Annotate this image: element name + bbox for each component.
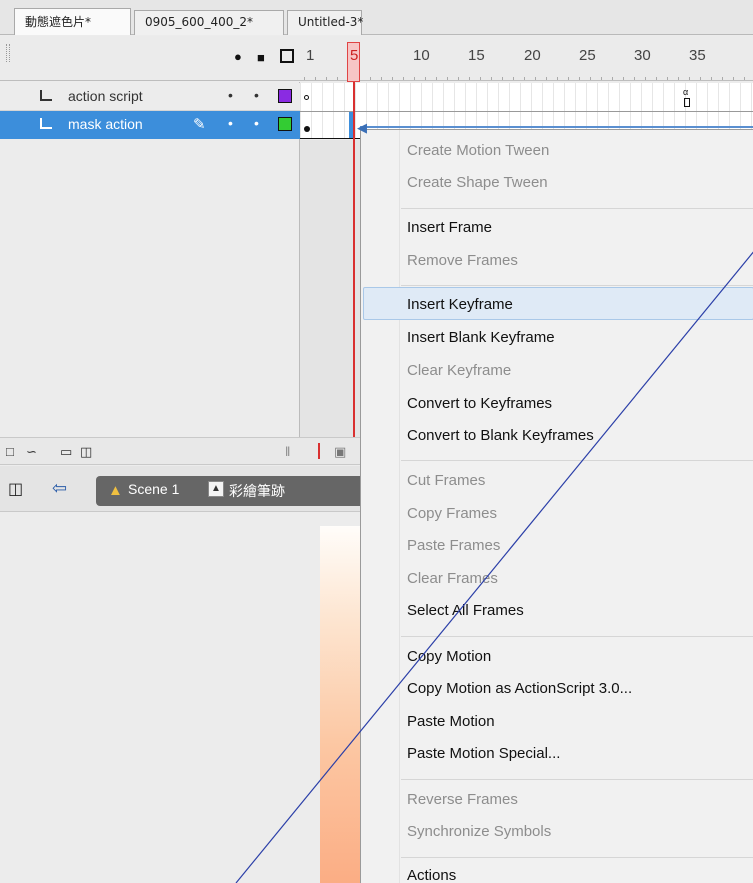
menu-item-remove-frames[interactable]: Remove Frames [407,252,518,269]
frame-number: 30 [634,47,651,64]
menu-item-copy-frames[interactable]: Copy Frames [407,505,497,522]
keyframe[interactable] [304,126,310,132]
menu-gutter [399,130,400,883]
lock-icon[interactable]: ■ [257,50,265,65]
visibility-dot[interactable]: • [228,87,233,103]
symbol-icon: ▲ [208,481,224,497]
menu-item-insert-frame[interactable]: Insert Frame [407,219,492,236]
onion-skin-icon[interactable]: ▣ [334,444,346,460]
visibility-dot[interactable]: • [228,115,233,131]
menu-item-select-all-frames[interactable]: Select All Frames [407,602,524,619]
outline-icon[interactable] [280,49,294,63]
menu-item-copy-motion-as-actionscript[interactable]: Copy Motion as ActionScript 3.0... [407,680,632,697]
frame-number: 1 [306,47,315,64]
frame-number: 20 [524,47,541,64]
layer-icon [40,118,52,129]
menu-item-paste-motion-special[interactable]: Paste Motion Special... [407,745,560,762]
menu-separator [401,779,753,780]
layer-color-box[interactable] [278,117,292,131]
menu-item-copy-motion[interactable]: Copy Motion [407,648,491,665]
clapperboard-icon: ▲ [108,482,123,499]
menu-item-actions[interactable]: Actions [407,867,456,883]
edit-bar: ◫ ⇦ ▲ Scene 1 ▲ 彩繪筆跡 [0,466,360,512]
menu-item-paste-frames[interactable]: Paste Frames [407,537,500,554]
back-arrow-icon[interactable]: ⇦ [52,478,67,499]
context-menu: Create Motion Tween Create Shape Tween I… [360,129,753,883]
lock-dot[interactable]: • [254,115,259,131]
menu-item-create-shape-tween[interactable]: Create Shape Tween [407,174,548,191]
menu-item-clear-frames[interactable]: Clear Frames [407,570,498,587]
layer-row-action-script[interactable]: action script • • [0,83,300,111]
eye-icon[interactable]: ● [234,49,242,64]
folder-icon[interactable]: ▭ [60,444,72,460]
frame-number: 35 [689,47,706,64]
playhead-line [353,82,355,465]
tab-0905[interactable]: 0905_600_400_2* [134,10,284,35]
panel-grip-handle[interactable] [6,44,10,62]
layer-name: action script [68,88,143,104]
menu-item-cut-frames[interactable]: Cut Frames [407,472,485,489]
frame-ruler[interactable] [304,71,753,81]
action-marker: α [683,87,689,97]
layer-color-box[interactable] [278,89,292,103]
new-layer-icon[interactable]: □ [6,444,14,459]
frame-row-action-script[interactable]: α [300,83,753,111]
frame-number: 15 [468,47,485,64]
lock-dot[interactable]: • [254,87,259,103]
document-tab-bar: 動態遮色片* 0905_600_400_2* Untitled-3* [0,0,753,35]
timeline-header: ● ■ 1 10 15 20 25 30 35 [0,36,753,81]
end-frame-marker [684,98,690,107]
menu-separator [401,857,753,858]
breadcrumb-scene[interactable]: Scene 1 [128,481,179,497]
tab-dynamic-mask[interactable]: 動態遮色片* [14,8,131,35]
motion-guide-icon[interactable]: ∽ [26,444,37,460]
layer-name: mask action [68,116,143,132]
menu-item-paste-motion[interactable]: Paste Motion [407,713,495,730]
breadcrumb-symbol[interactable]: 彩繪筆跡 [229,481,285,501]
stage-area[interactable] [0,512,360,883]
layer-row-mask-action[interactable]: mask action ✎ • • [0,111,300,139]
playhead-frame-number: 5 [350,47,359,64]
center-frame-icon[interactable] [318,443,320,459]
arrow-left-icon: ◀ [357,120,367,135]
tab-untitled-3[interactable]: Untitled-3* [287,10,363,35]
layers-toolbar: □ ∽ ▭ ◫ ‖ ▣ [0,437,360,465]
frames-empty-area[interactable] [300,140,360,437]
frame-number: 25 [579,47,596,64]
layer-icon [40,90,52,101]
menu-item-clear-keyframe[interactable]: Clear Keyframe [407,362,511,379]
menu-item-create-motion-tween[interactable]: Create Motion Tween [407,142,549,159]
menu-item-reverse-frames[interactable]: Reverse Frames [407,791,518,808]
menu-separator [401,636,753,637]
pointer-line [360,126,753,128]
trash-icon[interactable]: ◫ [80,444,92,460]
menu-separator [401,460,753,461]
timeline-toggle-icon[interactable]: ◫ [8,479,23,499]
menu-item-convert-to-blank-keyframes[interactable]: Convert to Blank Keyframes [407,427,594,444]
layers-panel: action script • • mask action ✎ • • [0,82,300,437]
stage-gradient-shape[interactable] [320,526,360,883]
menu-item-insert-keyframe[interactable]: Insert Keyframe [407,296,513,313]
frame-number: 10 [413,47,430,64]
empty-keyframe[interactable] [304,95,309,100]
menu-separator [401,208,753,209]
menu-item-convert-to-keyframes[interactable]: Convert to Keyframes [407,395,552,412]
pencil-icon: ✎ [193,116,206,133]
menu-separator [401,285,753,286]
splitter-icon[interactable]: ‖ [285,444,290,459]
menu-item-insert-blank-keyframe[interactable]: Insert Blank Keyframe [407,329,555,346]
menu-item-synchronize-symbols[interactable]: Synchronize Symbols [407,823,551,840]
